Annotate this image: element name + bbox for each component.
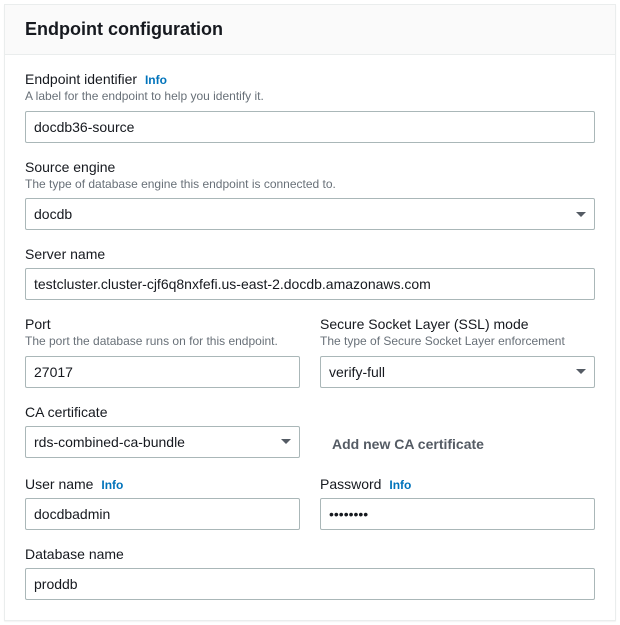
server-name-label: Server name (25, 246, 105, 262)
endpoint-id-field: Endpoint identifier Info A label for the… (25, 71, 595, 143)
source-engine-label: Source engine (25, 159, 115, 175)
endpoint-id-input[interactable] (25, 111, 595, 143)
server-name-input[interactable] (25, 268, 595, 300)
add-ca-cert-col: Add new CA certificate (320, 404, 595, 460)
ssl-mode-select[interactable]: verify-full (320, 356, 595, 388)
server-name-field: Server name (25, 246, 595, 300)
add-ca-cert-button[interactable]: Add new CA certificate (320, 428, 595, 460)
source-engine-select[interactable]: docdb (25, 198, 595, 230)
database-name-label: Database name (25, 546, 124, 562)
endpoint-id-label: Endpoint identifier (25, 71, 137, 87)
database-name-input[interactable] (25, 568, 595, 600)
port-label: Port (25, 316, 51, 332)
database-name-field: Database name (25, 546, 595, 600)
spacer (320, 404, 595, 422)
source-engine-value: docdb (34, 206, 72, 222)
panel-title: Endpoint configuration (25, 19, 223, 39)
endpoint-config-panel: Endpoint configuration Endpoint identifi… (4, 4, 616, 621)
source-engine-helper: The type of database engine this endpoin… (25, 177, 595, 193)
panel-header: Endpoint configuration (5, 5, 615, 55)
endpoint-id-info-link[interactable]: Info (145, 73, 167, 87)
ca-cert-field: CA certificate rds-combined-ca-bundle (25, 404, 300, 460)
chevron-down-icon (281, 439, 291, 444)
ca-cert-value: rds-combined-ca-bundle (34, 434, 185, 450)
ca-cert-label: CA certificate (25, 404, 107, 420)
user-name-label: User name (25, 476, 93, 492)
user-name-input[interactable] (25, 498, 300, 530)
port-input[interactable] (25, 356, 300, 388)
user-name-info-link[interactable]: Info (101, 478, 123, 492)
port-helper: The port the database runs on for this e… (25, 334, 300, 350)
password-label: Password (320, 476, 381, 492)
panel-body: Endpoint identifier Info A label for the… (5, 55, 615, 620)
password-input[interactable] (320, 498, 595, 530)
ca-cert-select[interactable]: rds-combined-ca-bundle (25, 426, 300, 458)
source-engine-field: Source engine The type of database engin… (25, 159, 595, 231)
password-info-link[interactable]: Info (389, 478, 411, 492)
endpoint-id-helper: A label for the endpoint to help you ide… (25, 89, 595, 105)
ssl-mode-helper: The type of Secure Socket Layer enforcem… (320, 334, 595, 350)
user-name-field: User name Info (25, 476, 300, 530)
ssl-mode-label: Secure Socket Layer (SSL) mode (320, 316, 529, 332)
port-field: Port The port the database runs on for t… (25, 316, 300, 388)
chevron-down-icon (576, 369, 586, 374)
chevron-down-icon (576, 212, 586, 217)
password-field: Password Info (320, 476, 595, 530)
ssl-mode-field: Secure Socket Layer (SSL) mode The type … (320, 316, 595, 388)
ssl-mode-value: verify-full (329, 364, 385, 380)
